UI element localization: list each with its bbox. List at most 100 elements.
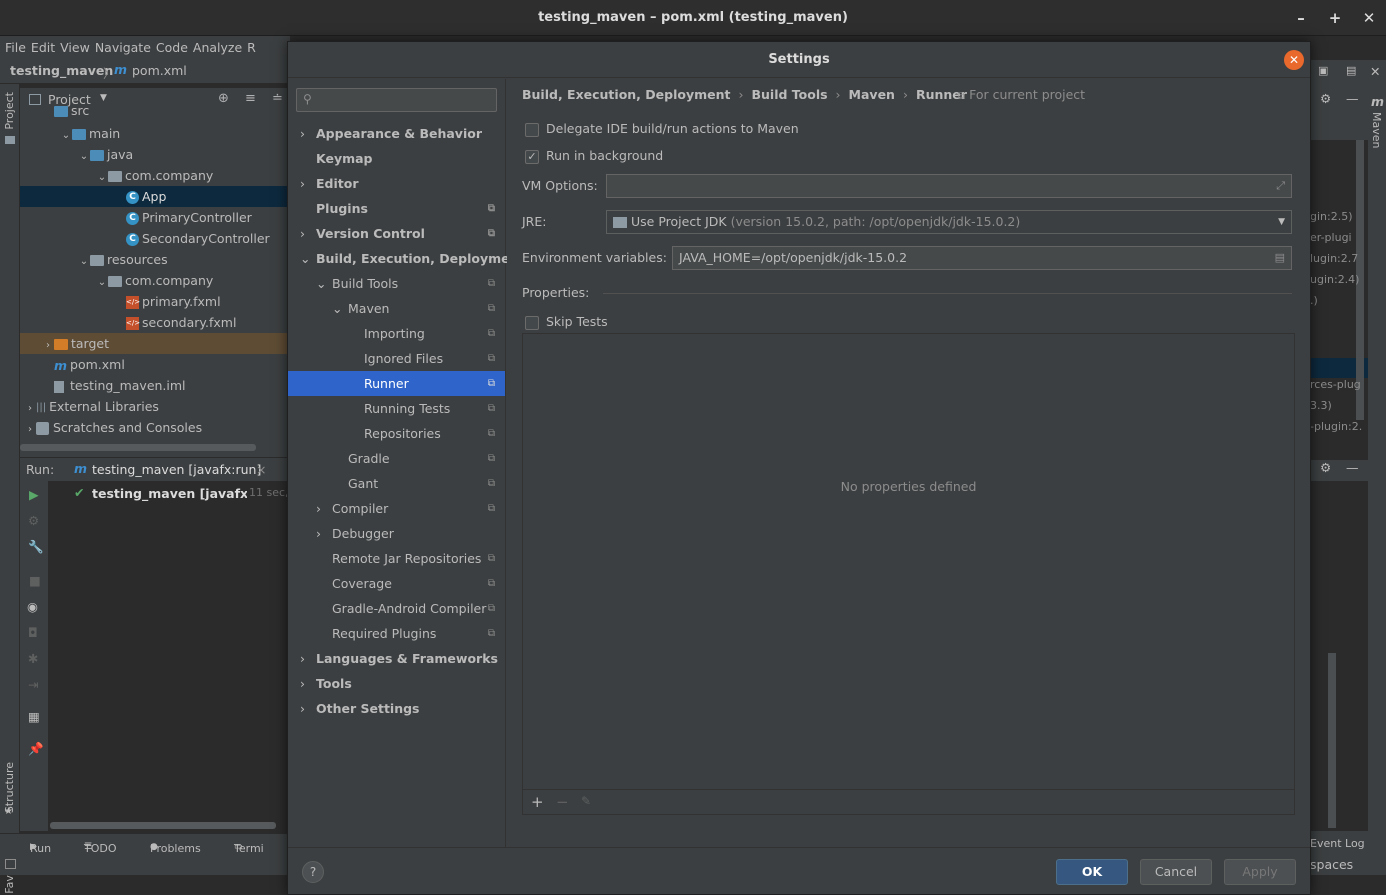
menu-item[interactable]: R <box>242 36 256 60</box>
rerun-icon[interactable]: ▶ <box>29 487 39 502</box>
settings-nav-item[interactable]: › Languages & Frameworks <box>288 646 505 671</box>
tree-row[interactable]: ⌄ resources <box>20 249 290 270</box>
chevron-down-icon[interactable]: ▼ <box>1278 211 1285 233</box>
horizontal-scrollbar[interactable] <box>50 822 276 829</box>
settings-nav-item[interactable]: Gradle ⧉ <box>288 446 505 471</box>
settings-nav-item[interactable]: Remote Jar Repositories ⧉ <box>288 546 505 571</box>
terminal-icon[interactable]: ▤ <box>1346 64 1356 77</box>
menu-item[interactable]: Navigate <box>90 36 151 60</box>
chevron-right-icon[interactable]: › <box>300 671 316 696</box>
menu-item[interactable]: File <box>0 36 26 60</box>
tree-row[interactable]: C App <box>20 186 290 207</box>
help-button[interactable]: ? <box>302 861 324 883</box>
settings-nav-item[interactable]: Coverage ⧉ <box>288 571 505 596</box>
tree-row[interactable]: ⌄ com.company <box>20 270 290 291</box>
tree-row[interactable]: C PrimaryController <box>20 207 290 228</box>
chevron-right-icon[interactable]: › <box>300 221 316 246</box>
settings-search-input[interactable]: ⚲ <box>296 88 497 112</box>
close-window-button[interactable]: ✕ <box>1359 8 1379 28</box>
minimize-panel-icon[interactable]: — <box>1346 91 1359 106</box>
skip-tests-row[interactable]: Skip Tests <box>525 314 608 330</box>
tree-row[interactable]: </> secondary.fxml <box>20 312 290 333</box>
tree-row[interactable]: ⌄ java <box>20 144 290 165</box>
settings-nav-item[interactable]: ⌄ Maven ⧉ <box>288 296 505 321</box>
chevron-right-icon[interactable]: › <box>24 419 36 440</box>
eye-icon[interactable]: ◉ <box>27 599 38 614</box>
run-tab[interactable]: testing_maven [javafx:run] <box>92 462 261 477</box>
tree-row[interactable]: › target <box>20 333 290 354</box>
vertical-scrollbar[interactable] <box>1328 653 1336 828</box>
horizontal-scrollbar[interactable] <box>20 444 256 451</box>
chevron-down-icon[interactable]: ⌄ <box>96 272 108 293</box>
settings-nav-item[interactable]: › Other Settings <box>288 696 505 721</box>
maximize-button[interactable]: + <box>1325 8 1345 28</box>
tree-row[interactable]: </> primary.fxml <box>20 291 290 312</box>
run-entry[interactable]: testing_maven [javafx:run <box>92 486 247 501</box>
settings-nav-item[interactable]: Plugins ⧉ <box>288 196 505 221</box>
settings-nav-item[interactable]: ⌄ Build, Execution, Deployment <box>288 246 524 271</box>
pin-icon[interactable]: 📌 <box>28 741 44 757</box>
event-log-tab[interactable]: Event Log <box>1310 837 1365 850</box>
settings-nav-item[interactable]: Keymap <box>288 146 505 171</box>
chevron-right-icon[interactable]: › <box>316 521 332 546</box>
tree-row[interactable]: src <box>20 100 290 121</box>
add-icon[interactable]: + <box>531 793 544 811</box>
project-tool-tab[interactable]: Project <box>3 92 16 130</box>
close-tab-icon[interactable]: × <box>256 462 266 477</box>
breadcrumb-item[interactable]: Maven <box>849 87 895 102</box>
chevron-down-icon[interactable]: ⌄ <box>96 167 108 188</box>
tree-row[interactable]: › ||| External Libraries <box>20 396 290 417</box>
minimize-panel-icon[interactable]: — <box>1346 460 1359 475</box>
tree-row[interactable]: ⌄ main <box>20 123 290 144</box>
settings-nav-item[interactable]: › Debugger <box>288 521 505 546</box>
tree-row[interactable]: ⌄ com.company <box>20 165 290 186</box>
background-checkbox-row[interactable]: ✓ Run in background <box>525 148 663 164</box>
settings-nav-item[interactable]: Runner ⧉ <box>288 371 505 396</box>
settings-nav-item[interactable]: › Version Control ⧉ <box>288 221 505 246</box>
browse-icon[interactable]: ▤ <box>1275 247 1285 269</box>
chevron-right-icon[interactable]: › <box>300 171 316 196</box>
settings-nav-item[interactable]: Gant ⧉ <box>288 471 505 496</box>
wrench-icon[interactable]: 🔧 <box>28 539 44 555</box>
settings-nav-item[interactable]: ⌄ Build Tools ⧉ <box>288 271 505 296</box>
gear-icon[interactable]: ⚙ <box>1320 460 1331 475</box>
env-vars-field[interactable]: JAVA_HOME=/opt/openjdk/jdk-15.0.2 ▤ <box>672 246 1292 270</box>
menu-item[interactable]: Edit <box>26 36 55 60</box>
apply-button[interactable]: Apply <box>1224 859 1296 885</box>
nav-file[interactable]: pom.xml <box>132 63 187 78</box>
chevron-right-icon[interactable]: › <box>300 696 316 721</box>
settings-nav-item[interactable]: Ignored Files ⧉ <box>288 346 505 371</box>
settings-nav-item[interactable]: › Editor <box>288 171 505 196</box>
background-checkbox[interactable]: ✓ <box>525 149 539 164</box>
layout-toggle-icon[interactable] <box>5 859 16 869</box>
chevron-right-icon[interactable]: › <box>300 121 316 146</box>
indent-status[interactable]: spaces <box>1310 857 1353 872</box>
gear-icon[interactable]: ⚙ <box>1320 91 1331 106</box>
menu-item[interactable]: Analyze <box>188 36 242 60</box>
chevron-down-icon[interactable]: ⌄ <box>78 146 90 167</box>
chevron-down-icon[interactable]: ⌄ <box>300 246 316 271</box>
chevron-right-icon[interactable]: › <box>300 646 316 671</box>
dialog-close-button[interactable]: ✕ <box>1284 50 1304 70</box>
tree-row[interactable]: m pom.xml <box>20 354 290 375</box>
settings-nav-item[interactable]: › Tools <box>288 671 505 696</box>
toolbar-icon[interactable]: ▣ <box>1318 64 1328 77</box>
delegate-checkbox[interactable] <box>525 122 539 137</box>
menu-item[interactable]: View <box>55 36 90 60</box>
cancel-button[interactable]: Cancel <box>1140 859 1212 885</box>
chevron-down-icon[interactable]: ⌄ <box>60 125 72 146</box>
settings-nav-item[interactable]: Importing ⧉ <box>288 321 505 346</box>
chevron-right-icon[interactable]: › <box>316 496 332 521</box>
breadcrumb-item[interactable]: Build, Execution, Deployment <box>522 87 730 102</box>
settings-nav-item[interactable]: › Compiler ⧉ <box>288 496 505 521</box>
chevron-right-icon[interactable]: › <box>24 398 36 419</box>
chevron-right-icon[interactable]: › <box>42 335 54 356</box>
settings-nav-item[interactable]: Required Plugins ⧉ <box>288 621 505 646</box>
skip-tests-checkbox[interactable] <box>525 315 539 330</box>
menu-item[interactable]: Code <box>151 36 188 60</box>
tree-row[interactable]: testing_maven.iml <box>20 375 290 396</box>
settings-nav-item[interactable]: › Appearance & Behavior <box>288 121 505 146</box>
layout-icon[interactable]: ▦ <box>28 709 40 724</box>
chevron-down-icon[interactable]: ⌄ <box>78 251 90 272</box>
vm-options-field[interactable]: ⤢ <box>606 174 1292 198</box>
